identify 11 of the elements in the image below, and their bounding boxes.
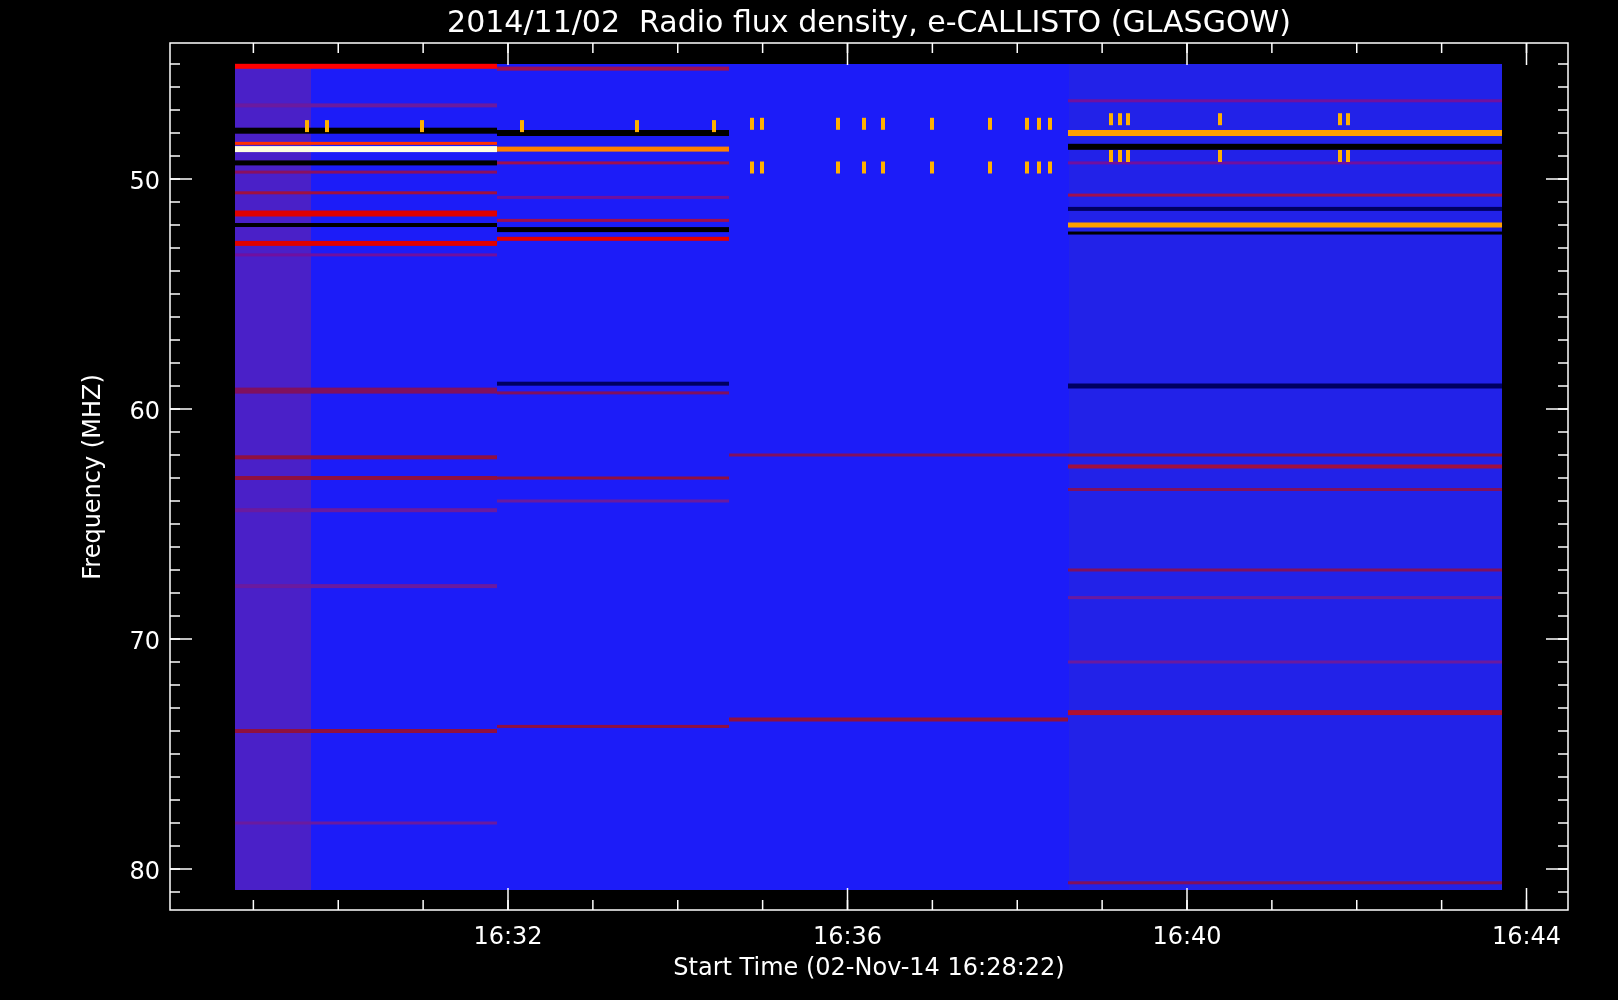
x-tick-label: 16:40 xyxy=(1152,922,1222,950)
x-axis-label: Start Time (02-Nov-14 16:28:22) xyxy=(673,953,1065,981)
y-tick-label: 50 xyxy=(129,167,160,195)
plot-title: 2014/11/02 Radio flux density, e-CALLISTO (GLASGOW) xyxy=(447,4,1291,39)
y-tick-label: 60 xyxy=(129,397,160,425)
y-tick-label: 80 xyxy=(129,857,160,885)
y-tick-label: 70 xyxy=(129,627,160,655)
x-tick-label: 16:32 xyxy=(473,922,543,950)
x-tick-label: 16:36 xyxy=(812,922,883,950)
y-axis-label: Frequency (MHZ) xyxy=(78,374,106,580)
x-tick-label: 16:44 xyxy=(1491,922,1562,950)
